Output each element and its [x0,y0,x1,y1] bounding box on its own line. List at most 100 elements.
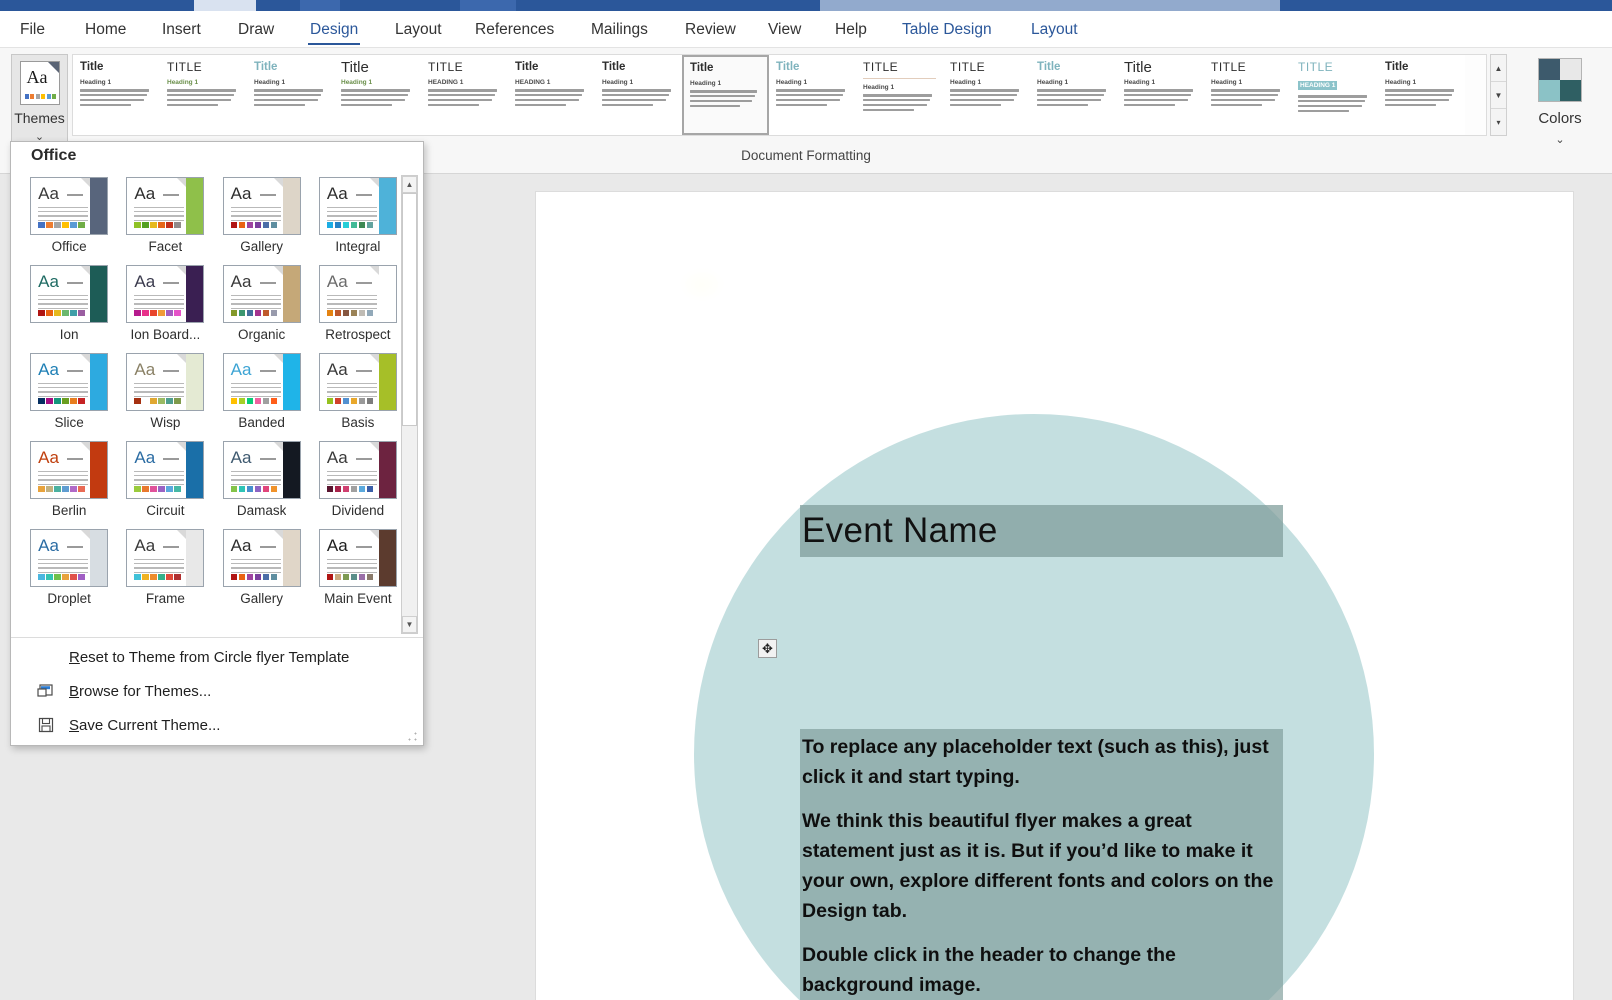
theme-thumbnail[interactable]: Aa [126,529,205,587]
ribbon-tab-review[interactable]: Review [683,11,738,48]
theme-thumbnail[interactable]: Aa [30,353,109,411]
theme-item-main-event[interactable]: Aa Main Event [310,527,406,615]
theme-item-slice[interactable]: Aa Slice [21,351,117,439]
ribbon-tab-help[interactable]: Help [833,11,869,48]
scrollbar-track[interactable] [402,193,417,616]
style-set-thumbnail[interactable]: TITLE Heading 1 [943,55,1030,135]
ribbon-tab-layout[interactable]: Layout [393,11,444,48]
style-set-gallery[interactable]: Title Heading 1 TITLE Heading 1 Title Heading… [72,54,1487,136]
theme-thumbnail[interactable]: Aa [318,353,397,411]
gallery-scroll-down-icon[interactable]: ▼ [1491,82,1506,109]
theme-item-damask[interactable]: Aa Damask [214,439,310,527]
menu-item-save-current-theme[interactable]: Save Current Theme... [11,708,423,742]
style-set-thumbnail[interactable]: TITLE Heading 1 [856,55,943,135]
ribbon-tab-draw[interactable]: Draw [236,11,276,48]
theme-item-retrospect[interactable]: Aa Retrospect [310,263,406,351]
theme-thumbnail[interactable]: Aa [318,441,397,499]
style-set-thumbnail[interactable]: Title HEADING 1 [508,55,595,135]
ribbon-tab-table-design[interactable]: Table Design [900,11,994,48]
document-page[interactable]: Event Name To replace any placeholder te… [536,192,1573,1000]
theme-item-ion[interactable]: Aa Ion [21,263,117,351]
theme-thumbnail[interactable]: Aa [222,441,301,499]
theme-thumbnail[interactable]: Aa [222,529,301,587]
style-set-thumbnail[interactable]: TITLE Heading 1 [1204,55,1291,135]
ribbon-tab-insert[interactable]: Insert [160,11,203,48]
style-set-thumbnail[interactable]: Title Heading 1 [334,55,421,135]
theme-thumbnail[interactable]: Aa [318,177,397,235]
scroll-down-icon[interactable]: ▼ [402,616,417,633]
theme-item-wisp[interactable]: Aa Wisp [117,351,213,439]
theme-thumbnail[interactable]: Aa [222,353,301,411]
theme-item-integral[interactable]: Aa Integral [310,175,406,263]
ribbon-tab-design[interactable]: Design [308,11,361,48]
menu-item-browse-for-themes[interactable]: Browse for Themes... [11,674,423,708]
theme-item-basis[interactable]: Aa Basis [310,351,406,439]
style-set-thumbnail[interactable]: TITLE HEADING 1 [1291,55,1378,135]
theme-item-organic[interactable]: Aa Organic [214,263,310,351]
style-gallery-scroll[interactable]: ▲ ▼ ▾ [1490,54,1507,136]
theme-thumbnail[interactable]: Aa [30,177,109,235]
style-thumb-title: Title [1037,61,1061,73]
style-set-thumbnail[interactable]: Title Heading 1 [73,55,160,135]
theme-item-banded[interactable]: Aa Banded [214,351,310,439]
gallery-more-icon[interactable]: ▾ [1491,109,1506,135]
palette-swatch [334,309,342,316]
theme-thumbnail[interactable]: Aa [30,441,109,499]
style-set-thumbnail[interactable]: Title Heading 1 [682,55,769,135]
theme-item-gallery[interactable]: Aa Gallery [214,175,310,263]
ribbon-tab-mailings[interactable]: Mailings [589,11,650,48]
move-handle-icon[interactable]: ✥ [758,639,777,658]
theme-item-circuit[interactable]: Aa Circuit [117,439,213,527]
body-paragraph[interactable]: To replace any placeholder text (such as… [802,732,1282,792]
palette-swatch [150,309,157,316]
theme-sample-dash [355,194,372,196]
ribbon-tab-file[interactable]: File [18,11,47,48]
theme-thumbnail[interactable]: Aa [318,529,397,587]
style-set-thumbnail[interactable]: Title Heading 1 [247,55,334,135]
themes-gallery-scrollbar[interactable]: ▲ ▼ [401,175,418,634]
theme-item-facet[interactable]: Aa Facet [117,175,213,263]
theme-thumbnail[interactable]: Aa [126,441,205,499]
theme-item-ion-board[interactable]: Aa Ion Board... [117,263,213,351]
menu-item-reset-to-theme-from-circle-flyer-template[interactable]: Reset to Theme from Circle flyer Templat… [11,640,423,674]
style-set-thumbnail[interactable]: Title Heading 1 [595,55,682,135]
style-set-thumbnail[interactable]: TITLE HEADING 1 [421,55,508,135]
body-paragraph[interactable]: Double click in the header to change the… [802,940,1282,1000]
theme-thumbnail[interactable]: Aa [126,353,205,411]
gallery-scroll-up-icon[interactable]: ▲ [1491,55,1506,82]
resize-grip-icon[interactable] [408,732,417,741]
body-paragraph[interactable]: We think this beautiful flyer makes a gr… [802,806,1282,926]
themes-dropdown-panel[interactable]: Office Aa Office Aa Facet Aa Gallery Aa Integra… [10,141,424,746]
theme-item-office[interactable]: Aa Office [21,175,117,263]
theme-thumbnail[interactable]: Aa [126,265,205,323]
style-set-thumbnail[interactable]: TITLE Heading 1 [160,55,247,135]
theme-thumbnail[interactable]: Aa [222,265,301,323]
themes-gallery[interactable]: Aa Office Aa Facet Aa Gallery Aa Integral Aa Ion A… [21,175,406,636]
style-set-thumbnail[interactable]: Title Heading 1 [769,55,856,135]
themes-dropdown-menu[interactable]: Reset to Theme from Circle flyer Templat… [11,640,423,742]
ribbon-tab-references[interactable]: References [473,11,556,48]
event-title-text[interactable]: Event Name [802,508,1282,554]
theme-thumbnail[interactable]: Aa [30,529,109,587]
ribbon-tab-home[interactable]: Home [83,11,128,48]
body-placeholder-text[interactable]: To replace any placeholder text (such as… [802,732,1282,1000]
theme-item-dividend[interactable]: Aa Dividend [310,439,406,527]
theme-thumbnail[interactable]: Aa [126,177,205,235]
palette-swatch [326,573,334,580]
chevron-down-icon[interactable]: ⌄ [1555,133,1564,146]
theme-item-frame[interactable]: Aa Frame [117,527,213,615]
style-set-thumbnail[interactable]: Title Heading 1 [1030,55,1117,135]
scroll-up-icon[interactable]: ▲ [402,176,417,193]
style-set-thumbnail[interactable]: Title Heading 1 [1378,55,1465,135]
theme-item-gallery[interactable]: Aa Gallery [214,527,310,615]
ribbon-tab-view[interactable]: View [766,11,803,48]
theme-thumbnail[interactable]: Aa [30,265,109,323]
theme-thumbnail[interactable]: Aa [318,265,397,323]
theme-item-berlin[interactable]: Aa Berlin [21,439,117,527]
theme-thumbnail[interactable]: Aa [222,177,301,235]
theme-item-droplet[interactable]: Aa Droplet [21,527,117,615]
theme-font-sample: Aa [134,184,156,203]
ribbon-tab-layout[interactable]: Layout [1029,11,1080,48]
style-set-thumbnail[interactable]: Title Heading 1 [1117,55,1204,135]
scrollbar-thumb[interactable] [402,193,417,426]
